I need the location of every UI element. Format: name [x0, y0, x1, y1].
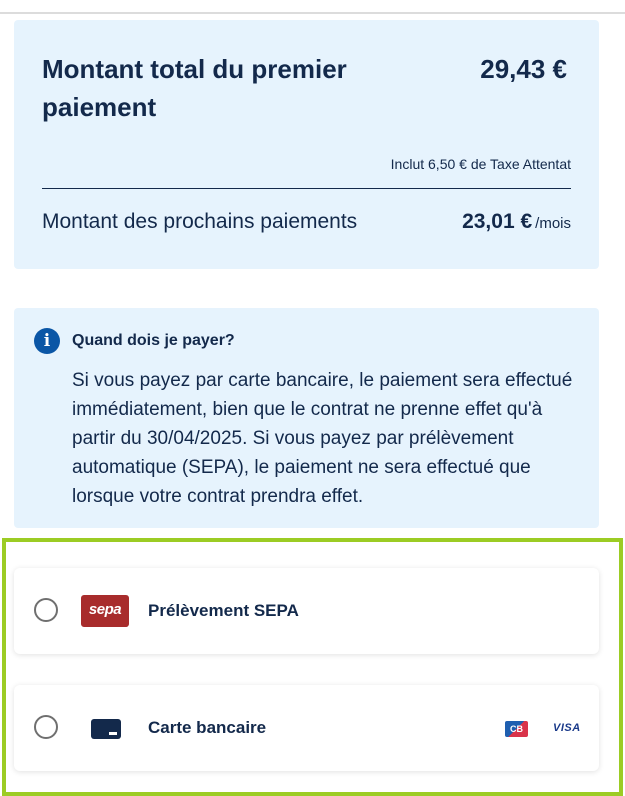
top-divider [0, 12, 625, 14]
info-icon: i [34, 328, 60, 354]
payment-option-sepa[interactable]: sepa Prélèvement SEPA [14, 568, 599, 654]
next-payments-amount: 23,01 €/mois [462, 210, 571, 234]
info-text: Si vous payez par carte bancaire, le pai… [72, 370, 573, 507]
next-payments-value: 23,01 € [462, 210, 533, 233]
visa-logo: VISA [553, 722, 581, 734]
cb-logo: CB [505, 721, 528, 737]
credit-card-icon [91, 719, 121, 739]
info-title: Quand dois je payer? [72, 332, 235, 349]
first-payment-amount: 29,43 € [480, 54, 567, 84]
sepa-radio-button[interactable] [34, 598, 58, 622]
payment-option-card[interactable]: Carte bancaire CB VISA [14, 685, 599, 771]
first-payment-title: Montant total du premier paiement [42, 54, 347, 122]
sepa-option-label: Prélèvement SEPA [148, 601, 299, 620]
payment-summary-card: Montant total du premier paiement 29,43 … [14, 20, 599, 269]
payment-timing-info: i Quand dois je payer? Si vous payez par… [14, 308, 599, 528]
tax-note: Inclut 6,50 € de Taxe Attentat [390, 156, 571, 172]
sepa-logo: sepa [81, 595, 129, 627]
next-payments-label: Montant des prochains paiements [42, 210, 358, 233]
card-radio-button[interactable] [34, 715, 58, 739]
next-payments-unit: /mois [535, 215, 571, 232]
summary-divider [42, 188, 571, 189]
card-option-label: Carte bancaire [148, 718, 267, 737]
